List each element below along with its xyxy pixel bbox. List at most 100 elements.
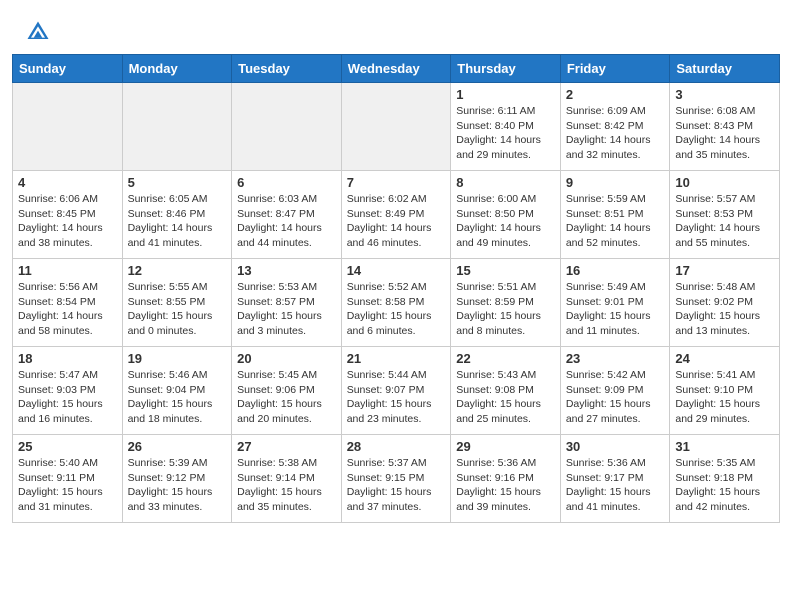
day-info: Sunrise: 5:43 AM Sunset: 9:08 PM Dayligh… (456, 368, 555, 427)
week-row-3: 11Sunrise: 5:56 AM Sunset: 8:54 PM Dayli… (13, 259, 780, 347)
day-info: Sunrise: 6:09 AM Sunset: 8:42 PM Dayligh… (566, 104, 665, 163)
day-number: 23 (566, 351, 665, 366)
page-header (0, 0, 792, 54)
calendar-cell: 28 Sunrise: 5:37 AM Sunset: 9:15 PM Dayli… (341, 435, 451, 523)
day-info: Sunrise: 5:39 AM Sunset: 9:12 PM Dayligh… (128, 456, 227, 515)
day-info: Sunrise: 5:52 AM Sunset: 8:58 PM Dayligh… (347, 280, 446, 339)
day-info: Sunrise: 6:06 AM Sunset: 8:45 PM Dayligh… (18, 192, 117, 251)
day-info: Sunrise: 5:49 AM Sunset: 9:01 PM Dayligh… (566, 280, 665, 339)
calendar-cell: 14 Sunrise: 5:52 AM Sunset: 8:58 PM Dayli… (341, 259, 451, 347)
calendar-cell: 20 Sunrise: 5:45 AM Sunset: 9:06 PM Dayli… (232, 347, 342, 435)
calendar-table: SundayMondayTuesdayWednesdayThursdayFrid… (12, 54, 780, 523)
calendar-cell: 1 Sunrise: 6:11 AM Sunset: 8:40 PM Daylig… (451, 83, 561, 171)
day-info: Sunrise: 5:48 AM Sunset: 9:02 PM Dayligh… (675, 280, 774, 339)
calendar-cell: 15 Sunrise: 5:51 AM Sunset: 8:59 PM Dayli… (451, 259, 561, 347)
day-number: 14 (347, 263, 446, 278)
calendar-cell: 26 Sunrise: 5:39 AM Sunset: 9:12 PM Dayli… (122, 435, 232, 523)
day-number: 12 (128, 263, 227, 278)
day-info: Sunrise: 5:36 AM Sunset: 9:17 PM Dayligh… (566, 456, 665, 515)
calendar-cell: 17 Sunrise: 5:48 AM Sunset: 9:02 PM Dayli… (670, 259, 780, 347)
calendar-cell: 8 Sunrise: 6:00 AM Sunset: 8:50 PM Daylig… (451, 171, 561, 259)
calendar-cell: 25 Sunrise: 5:40 AM Sunset: 9:11 PM Dayli… (13, 435, 123, 523)
calendar-cell: 13Sunrise: 5:53 AM Sunset: 8:57 PM Dayli… (232, 259, 342, 347)
calendar-cell: 4 Sunrise: 6:06 AM Sunset: 8:45 PM Daylig… (13, 171, 123, 259)
day-number: 20 (237, 351, 336, 366)
calendar-cell: 6 Sunrise: 6:03 AM Sunset: 8:47 PM Daylig… (232, 171, 342, 259)
calendar-cell: 31 Sunrise: 5:35 AM Sunset: 9:18 PM Dayli… (670, 435, 780, 523)
day-info: Sunrise: 6:08 AM Sunset: 8:43 PM Dayligh… (675, 104, 774, 163)
day-number: 25 (18, 439, 117, 454)
day-info: Sunrise: 5:45 AM Sunset: 9:06 PM Dayligh… (237, 368, 336, 427)
day-number: 19 (128, 351, 227, 366)
day-number: 31 (675, 439, 774, 454)
calendar-cell (122, 83, 232, 171)
day-number: 30 (566, 439, 665, 454)
day-info: Sunrise: 5:47 AM Sunset: 9:03 PM Dayligh… (18, 368, 117, 427)
calendar-cell: 23 Sunrise: 5:42 AM Sunset: 9:09 PM Dayli… (560, 347, 670, 435)
calendar-cell: 11Sunrise: 5:56 AM Sunset: 8:54 PM Dayli… (13, 259, 123, 347)
day-number: 13 (237, 263, 336, 278)
weekday-header-tuesday: Tuesday (232, 55, 342, 83)
calendar-cell: 21 Sunrise: 5:44 AM Sunset: 9:07 PM Dayli… (341, 347, 451, 435)
day-info: Sunrise: 5:37 AM Sunset: 9:15 PM Dayligh… (347, 456, 446, 515)
day-info: Sunrise: 5:42 AM Sunset: 9:09 PM Dayligh… (566, 368, 665, 427)
weekday-header-sunday: Sunday (13, 55, 123, 83)
day-number: 16 (566, 263, 665, 278)
calendar-cell: 2 Sunrise: 6:09 AM Sunset: 8:42 PM Daylig… (560, 83, 670, 171)
day-info: Sunrise: 5:38 AM Sunset: 9:14 PM Dayligh… (237, 456, 336, 515)
day-info: Sunrise: 5:44 AM Sunset: 9:07 PM Dayligh… (347, 368, 446, 427)
day-info: Sunrise: 6:03 AM Sunset: 8:47 PM Dayligh… (237, 192, 336, 251)
day-info: Sunrise: 5:46 AM Sunset: 9:04 PM Dayligh… (128, 368, 227, 427)
day-number: 26 (128, 439, 227, 454)
week-row-4: 18 Sunrise: 5:47 AM Sunset: 9:03 PM Dayli… (13, 347, 780, 435)
day-info: Sunrise: 6:05 AM Sunset: 8:46 PM Dayligh… (128, 192, 227, 251)
day-info: Sunrise: 5:36 AM Sunset: 9:16 PM Dayligh… (456, 456, 555, 515)
calendar-cell: 5 Sunrise: 6:05 AM Sunset: 8:46 PM Daylig… (122, 171, 232, 259)
day-number: 6 (237, 175, 336, 190)
day-info: Sunrise: 5:35 AM Sunset: 9:18 PM Dayligh… (675, 456, 774, 515)
day-info: Sunrise: 5:40 AM Sunset: 9:11 PM Dayligh… (18, 456, 117, 515)
day-number: 1 (456, 87, 555, 102)
day-info: Sunrise: 5:57 AM Sunset: 8:53 PM Dayligh… (675, 192, 774, 251)
day-info: Sunrise: 6:00 AM Sunset: 8:50 PM Dayligh… (456, 192, 555, 251)
calendar-cell: 10 Sunrise: 5:57 AM Sunset: 8:53 PM Dayli… (670, 171, 780, 259)
calendar-cell: 19 Sunrise: 5:46 AM Sunset: 9:04 PM Dayli… (122, 347, 232, 435)
day-number: 4 (18, 175, 117, 190)
day-number: 10 (675, 175, 774, 190)
calendar-header: SundayMondayTuesdayWednesdayThursdayFrid… (13, 55, 780, 83)
calendar-cell: 3 Sunrise: 6:08 AM Sunset: 8:43 PM Daylig… (670, 83, 780, 171)
day-info: Sunrise: 6:11 AM Sunset: 8:40 PM Dayligh… (456, 104, 555, 163)
day-number: 18 (18, 351, 117, 366)
calendar-cell (232, 83, 342, 171)
calendar-cell: 16 Sunrise: 5:49 AM Sunset: 9:01 PM Dayli… (560, 259, 670, 347)
day-info: Sunrise: 5:56 AM Sunset: 8:54 PM Dayligh… (18, 280, 117, 339)
day-number: 7 (347, 175, 446, 190)
day-number: 5 (128, 175, 227, 190)
calendar-cell (341, 83, 451, 171)
week-row-5: 25 Sunrise: 5:40 AM Sunset: 9:11 PM Dayli… (13, 435, 780, 523)
week-row-1: 1 Sunrise: 6:11 AM Sunset: 8:40 PM Daylig… (13, 83, 780, 171)
day-number: 28 (347, 439, 446, 454)
day-number: 2 (566, 87, 665, 102)
day-number: 8 (456, 175, 555, 190)
calendar-cell: 18 Sunrise: 5:47 AM Sunset: 9:03 PM Dayli… (13, 347, 123, 435)
calendar-cell: 24Sunrise: 5:41 AM Sunset: 9:10 PM Dayli… (670, 347, 780, 435)
weekday-header-saturday: Saturday (670, 55, 780, 83)
day-info: Sunrise: 5:41 AM Sunset: 9:10 PM Dayligh… (675, 368, 774, 427)
calendar-cell: 12Sunrise: 5:55 AM Sunset: 8:55 PM Dayli… (122, 259, 232, 347)
calendar-cell (13, 83, 123, 171)
day-info: Sunrise: 5:51 AM Sunset: 8:59 PM Dayligh… (456, 280, 555, 339)
weekday-header-monday: Monday (122, 55, 232, 83)
weekday-header-thursday: Thursday (451, 55, 561, 83)
day-number: 22 (456, 351, 555, 366)
calendar-cell: 9Sunrise: 5:59 AM Sunset: 8:51 PM Daylig… (560, 171, 670, 259)
day-number: 9 (566, 175, 665, 190)
day-number: 3 (675, 87, 774, 102)
day-number: 21 (347, 351, 446, 366)
calendar-cell: 7Sunrise: 6:02 AM Sunset: 8:49 PM Daylig… (341, 171, 451, 259)
day-number: 17 (675, 263, 774, 278)
calendar-cell: 30 Sunrise: 5:36 AM Sunset: 9:17 PM Dayli… (560, 435, 670, 523)
calendar-cell: 22 Sunrise: 5:43 AM Sunset: 9:08 PM Dayli… (451, 347, 561, 435)
day-number: 15 (456, 263, 555, 278)
logo-icon (24, 18, 52, 46)
